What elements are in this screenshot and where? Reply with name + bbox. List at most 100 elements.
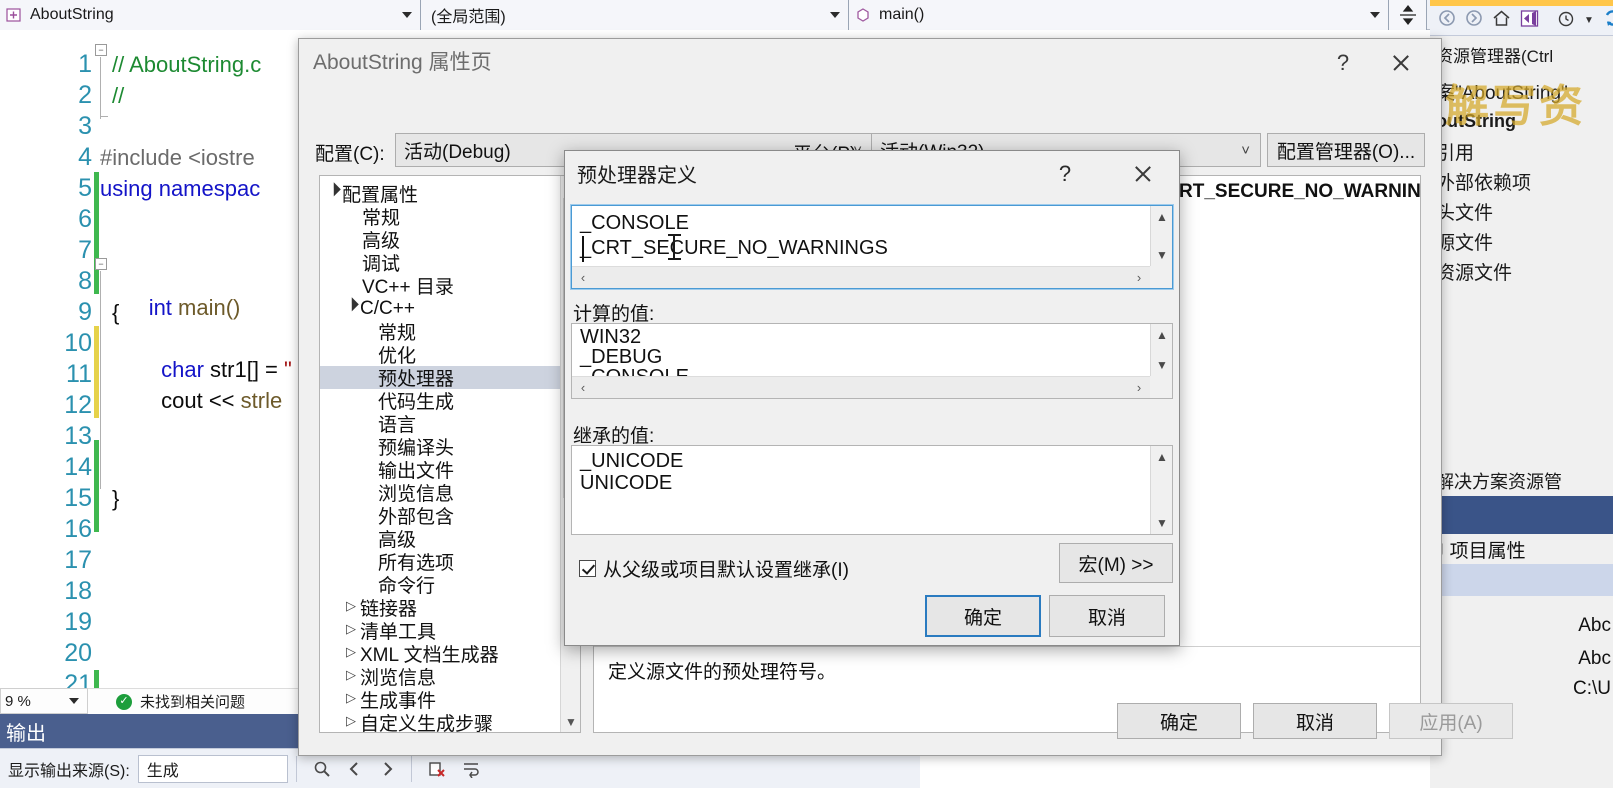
sidebar-tree-item-source-files[interactable]: 源文件 — [1430, 226, 1613, 256]
chevron-down-icon[interactable] — [1370, 12, 1380, 18]
tree-item-browse-information[interactable]: 浏览信息 — [320, 481, 580, 505]
tree-item-preprocessor[interactable]: 预处理器 — [320, 366, 580, 390]
property-pages-tree[interactable]: 配置属性 常规 高级 调试 VC++ 目录 C/C++ 常规 优化 — [319, 175, 581, 733]
chevron-down-icon[interactable] — [402, 12, 412, 18]
chevron-left-icon[interactable]: ‹ — [572, 377, 594, 398]
chevron-left-icon[interactable]: ‹ — [572, 267, 594, 288]
zoom-level-combo[interactable]: 9 % — [0, 688, 88, 714]
home-icon[interactable] — [1492, 9, 1511, 33]
close-icon — [1133, 164, 1153, 184]
close-button[interactable] — [1379, 47, 1423, 79]
sidebar-tree-item-header-files[interactable]: 头文件 — [1430, 196, 1613, 226]
cancel-button[interactable]: 取消 — [1049, 595, 1165, 637]
close-button[interactable] — [1121, 159, 1165, 189]
tree-item-cpp-advanced[interactable]: 高级 — [320, 527, 580, 551]
tree-item-command-line[interactable]: 命令行 — [320, 573, 580, 597]
chevron-down-icon[interactable]: ▼ — [1584, 15, 1594, 26]
scope-selector-combo[interactable]: (全局范围) — [421, 0, 849, 30]
preprocessor-dialog-title: 预处理器定义 — [577, 164, 697, 187]
sidebar-tree-item-solution[interactable]: 案"AboutString" — [1430, 76, 1613, 106]
property-row[interactable]: C:\U — [1430, 675, 1613, 703]
chevron-down-icon[interactable]: ˅ — [1241, 142, 1250, 159]
chevron-expanded-icon[interactable] — [346, 303, 356, 315]
evaluated-horizontal-scrollbar[interactable]: ‹ › — [572, 376, 1150, 398]
chevron-collapsed-icon[interactable] — [346, 668, 356, 683]
property-row[interactable]: Abc — [1430, 612, 1613, 640]
member-selector-combo[interactable]: main() — [849, 0, 1389, 30]
project-selector-combo[interactable]: AboutString — [0, 0, 421, 30]
inherit-checkbox[interactable]: 从父级或项目默认设置继承(I) — [579, 555, 849, 582]
tree-item-code-generation[interactable]: 代码生成 — [320, 389, 580, 413]
inherited-vertical-scrollbar[interactable]: ▲ ▼ — [1150, 446, 1172, 534]
tree-item-output-files[interactable]: 输出文件 — [320, 458, 580, 482]
macros-button[interactable]: 宏(M) >> — [1059, 543, 1173, 583]
chevron-down-icon[interactable]: ▼ — [1151, 244, 1172, 266]
ok-button[interactable]: 确定 — [925, 595, 1041, 637]
chevron-up-icon[interactable]: ▲ — [1151, 206, 1172, 228]
chevron-down-icon[interactable]: ▼ — [1151, 354, 1172, 376]
chevron-expanded-icon[interactable] — [328, 188, 338, 200]
sidebar-tree-item-project[interactable]: outString — [1430, 106, 1613, 136]
ok-button[interactable]: 确定 — [1117, 703, 1241, 739]
properties-header: g 项目属性 — [1430, 534, 1613, 564]
sidebar-tree-item-references[interactable]: 引用 — [1430, 136, 1613, 166]
fold-toggle-icon[interactable]: − — [95, 44, 107, 56]
split-window-button[interactable] — [1389, 0, 1427, 30]
tree-item-language[interactable]: 语言 — [320, 412, 580, 436]
chevron-down-icon[interactable]: ▼ — [1151, 512, 1172, 534]
definitions-editor[interactable]: _CONSOLE _CRT_SECURE_NO_WARNINGS ▲ ▼ ‹ › — [570, 204, 1174, 290]
fold-toggle-icon[interactable]: − — [95, 258, 107, 270]
tree-item-c-cpp[interactable]: C/C++ — [320, 297, 580, 320]
tree-item-external-includes[interactable]: 外部包含 — [320, 504, 580, 528]
evaluated-values-box[interactable]: WIN32 _DEBUG _CONSOLE ▲ ▼ ‹ › — [571, 323, 1173, 399]
evaluated-vertical-scrollbar[interactable]: ▲ ▼ — [1150, 324, 1172, 376]
tree-item-manifest-tool[interactable]: 清单工具 — [320, 619, 580, 644]
inherited-line: UNICODE — [580, 472, 673, 494]
chevron-collapsed-icon[interactable] — [346, 599, 356, 614]
output-source-combo[interactable]: 生成 — [137, 754, 288, 783]
pending-changes-icon[interactable] — [1557, 9, 1575, 32]
scope-selector-value: (全局范围) — [431, 9, 506, 26]
line-number: 8 — [78, 267, 92, 295]
tree-item-all-options[interactable]: 所有选项 — [320, 550, 580, 574]
tree-item-cpp-general[interactable]: 常规 — [320, 320, 580, 344]
tree-item-config-properties[interactable]: 配置属性 — [320, 182, 580, 206]
chevron-up-icon[interactable]: ▲ — [1151, 446, 1172, 468]
solution-explorer-tab-label[interactable]: 解决方案资源管 — [1430, 466, 1613, 496]
tree-item-xml-doc-generator[interactable]: XML 文档生成器 — [320, 642, 580, 667]
sidebar-tree-item-external-deps[interactable]: 外部依赖项 — [1430, 166, 1613, 196]
sidebar-tree-item-resource-files[interactable]: 资源文件 — [1430, 256, 1613, 286]
refresh-icon[interactable] — [1603, 8, 1613, 33]
forward-icon[interactable] — [1465, 9, 1483, 32]
vs-window-icon[interactable] — [1520, 9, 1539, 33]
error-status-text: 未找到相关问题 — [140, 694, 246, 711]
code-line: cout << strle — [136, 388, 283, 413]
inherited-values-box[interactable]: _UNICODE UNICODE ▲ ▼ — [571, 445, 1173, 535]
property-row[interactable]: ] Abc — [1430, 645, 1613, 673]
config-manager-button[interactable]: 配置管理器(O)... — [1267, 133, 1425, 167]
help-button[interactable]: ? — [1323, 47, 1363, 79]
chevron-collapsed-icon[interactable] — [346, 622, 356, 637]
tree-item-optimization[interactable]: 优化 — [320, 343, 580, 367]
chevron-right-icon[interactable]: › — [1128, 377, 1150, 398]
tree-item-precompiled-headers[interactable]: 预编译头 — [320, 435, 580, 459]
cancel-button[interactable]: 取消 — [1253, 703, 1377, 739]
tree-item-general[interactable]: 常规 — [320, 205, 580, 229]
chevron-up-icon[interactable]: ▲ — [1151, 324, 1172, 346]
line-number: 7 — [78, 236, 92, 264]
tree-item-debugging[interactable]: 调试 — [320, 251, 580, 275]
chevron-right-icon[interactable]: › — [1128, 267, 1150, 288]
tree-item-linker[interactable]: 链接器 — [320, 596, 580, 621]
definitions-horizontal-scrollbar[interactable]: ‹ › — [572, 266, 1150, 288]
help-button[interactable]: ? — [1047, 159, 1083, 189]
chevron-down-icon[interactable] — [69, 698, 79, 704]
line-number: 15 — [64, 484, 92, 512]
chevron-down-icon[interactable] — [830, 12, 840, 18]
definitions-vertical-scrollbar[interactable]: ▲ ▼ — [1150, 206, 1172, 266]
checkbox-checked-icon[interactable] — [579, 560, 596, 577]
chevron-collapsed-icon[interactable] — [346, 645, 356, 660]
apply-button[interactable]: 应用(A) — [1389, 703, 1513, 739]
tree-item-vcpp-directories[interactable]: VC++ 目录 — [320, 274, 580, 298]
tree-item-advanced[interactable]: 高级 — [320, 228, 580, 252]
back-icon[interactable] — [1438, 9, 1456, 32]
